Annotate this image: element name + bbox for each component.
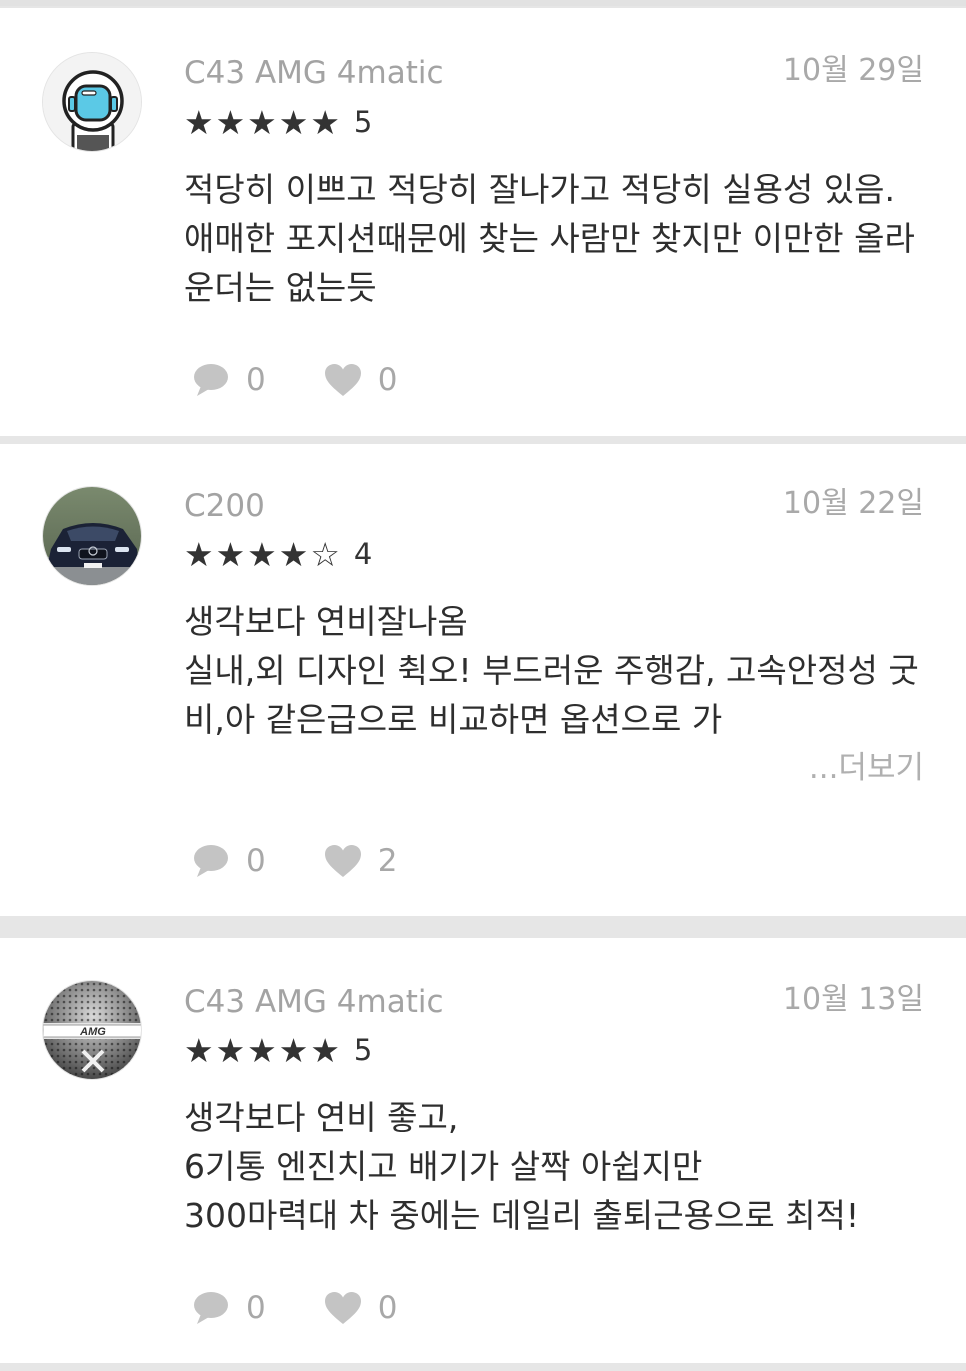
car-model: C43 AMG 4matic: [184, 984, 444, 1020]
like-count: 2: [377, 843, 398, 879]
comment-button[interactable]: 0: [192, 360, 266, 400]
user-avatar[interactable]: [42, 486, 142, 586]
rating-value: 4: [353, 537, 373, 571]
rating-value: 5: [353, 105, 373, 139]
comment-bubble-icon: [194, 1292, 228, 1324]
comment-bubble-icon: [194, 364, 228, 396]
star-icons: ★★★★☆: [184, 534, 342, 574]
car-photo-avatar-icon: [43, 487, 141, 585]
review-date: 10월 13일: [782, 982, 924, 1017]
heart-icon: [324, 1292, 361, 1324]
review-actions: 0 2: [192, 841, 455, 881]
review-card[interactable]: AMG C43 AMG 4matic 10월 13일 ★★★★★ 5 생각보다 …: [0, 938, 966, 1363]
star-rating: ★★★★★ 5: [184, 102, 373, 142]
astronaut-avatar-icon: [43, 53, 141, 151]
like-count: 0: [377, 362, 398, 398]
comment-count: 0: [246, 1290, 266, 1326]
comment-button[interactable]: 0: [192, 1288, 266, 1328]
review-actions: 0 0: [192, 1288, 455, 1328]
review-date: 10월 22일: [782, 486, 924, 521]
review-card[interactable]: C200 10월 22일 ★★★★☆ 4 생각보다 연비잘나옴 실내,외 디자인…: [0, 444, 966, 916]
comment-bubble-icon: [194, 845, 228, 877]
read-more-link[interactable]: ...더보기: [734, 744, 924, 793]
like-button[interactable]: 0: [324, 1288, 398, 1328]
svg-text:AMG: AMG: [79, 1026, 106, 1038]
star-rating: ★★★★☆ 4: [184, 534, 373, 574]
review-actions: 0 0: [192, 360, 455, 400]
like-count: 0: [377, 1290, 398, 1326]
like-button[interactable]: 0: [324, 360, 398, 400]
like-button[interactable]: 2: [324, 841, 398, 881]
review-text: 적당히 이쁘고 적당히 잘나가고 적당히 실용성 있음. 애매한 포지션때문에 …: [184, 170, 915, 307]
comment-button[interactable]: 0: [192, 841, 266, 881]
comment-count: 0: [246, 843, 266, 879]
star-rating: ★★★★★ 5: [184, 1030, 373, 1070]
user-avatar[interactable]: AMG: [42, 980, 142, 1080]
heart-icon: [324, 845, 361, 877]
review-date: 10월 29일: [782, 53, 924, 88]
review-text: 생각보다 연비 좋고, 6기통 엔진치고 배기가 살짝 아쉽지만 300마력대 …: [184, 1098, 860, 1235]
top-divider: [0, 0, 966, 6]
star-icons: ★★★★★: [184, 102, 342, 142]
star-icons: ★★★★★: [184, 1030, 342, 1070]
amg-badge-avatar-icon: AMG: [43, 981, 141, 1079]
user-avatar[interactable]: [42, 52, 142, 152]
rating-value: 5: [353, 1033, 373, 1067]
heart-icon: [324, 364, 361, 396]
comment-count: 0: [246, 362, 266, 398]
car-model: C43 AMG 4matic: [184, 55, 444, 91]
review-card[interactable]: C43 AMG 4matic 10월 29일 ★★★★★ 5 적당히 이쁘고 적…: [0, 8, 966, 436]
car-model: C200: [184, 488, 265, 524]
